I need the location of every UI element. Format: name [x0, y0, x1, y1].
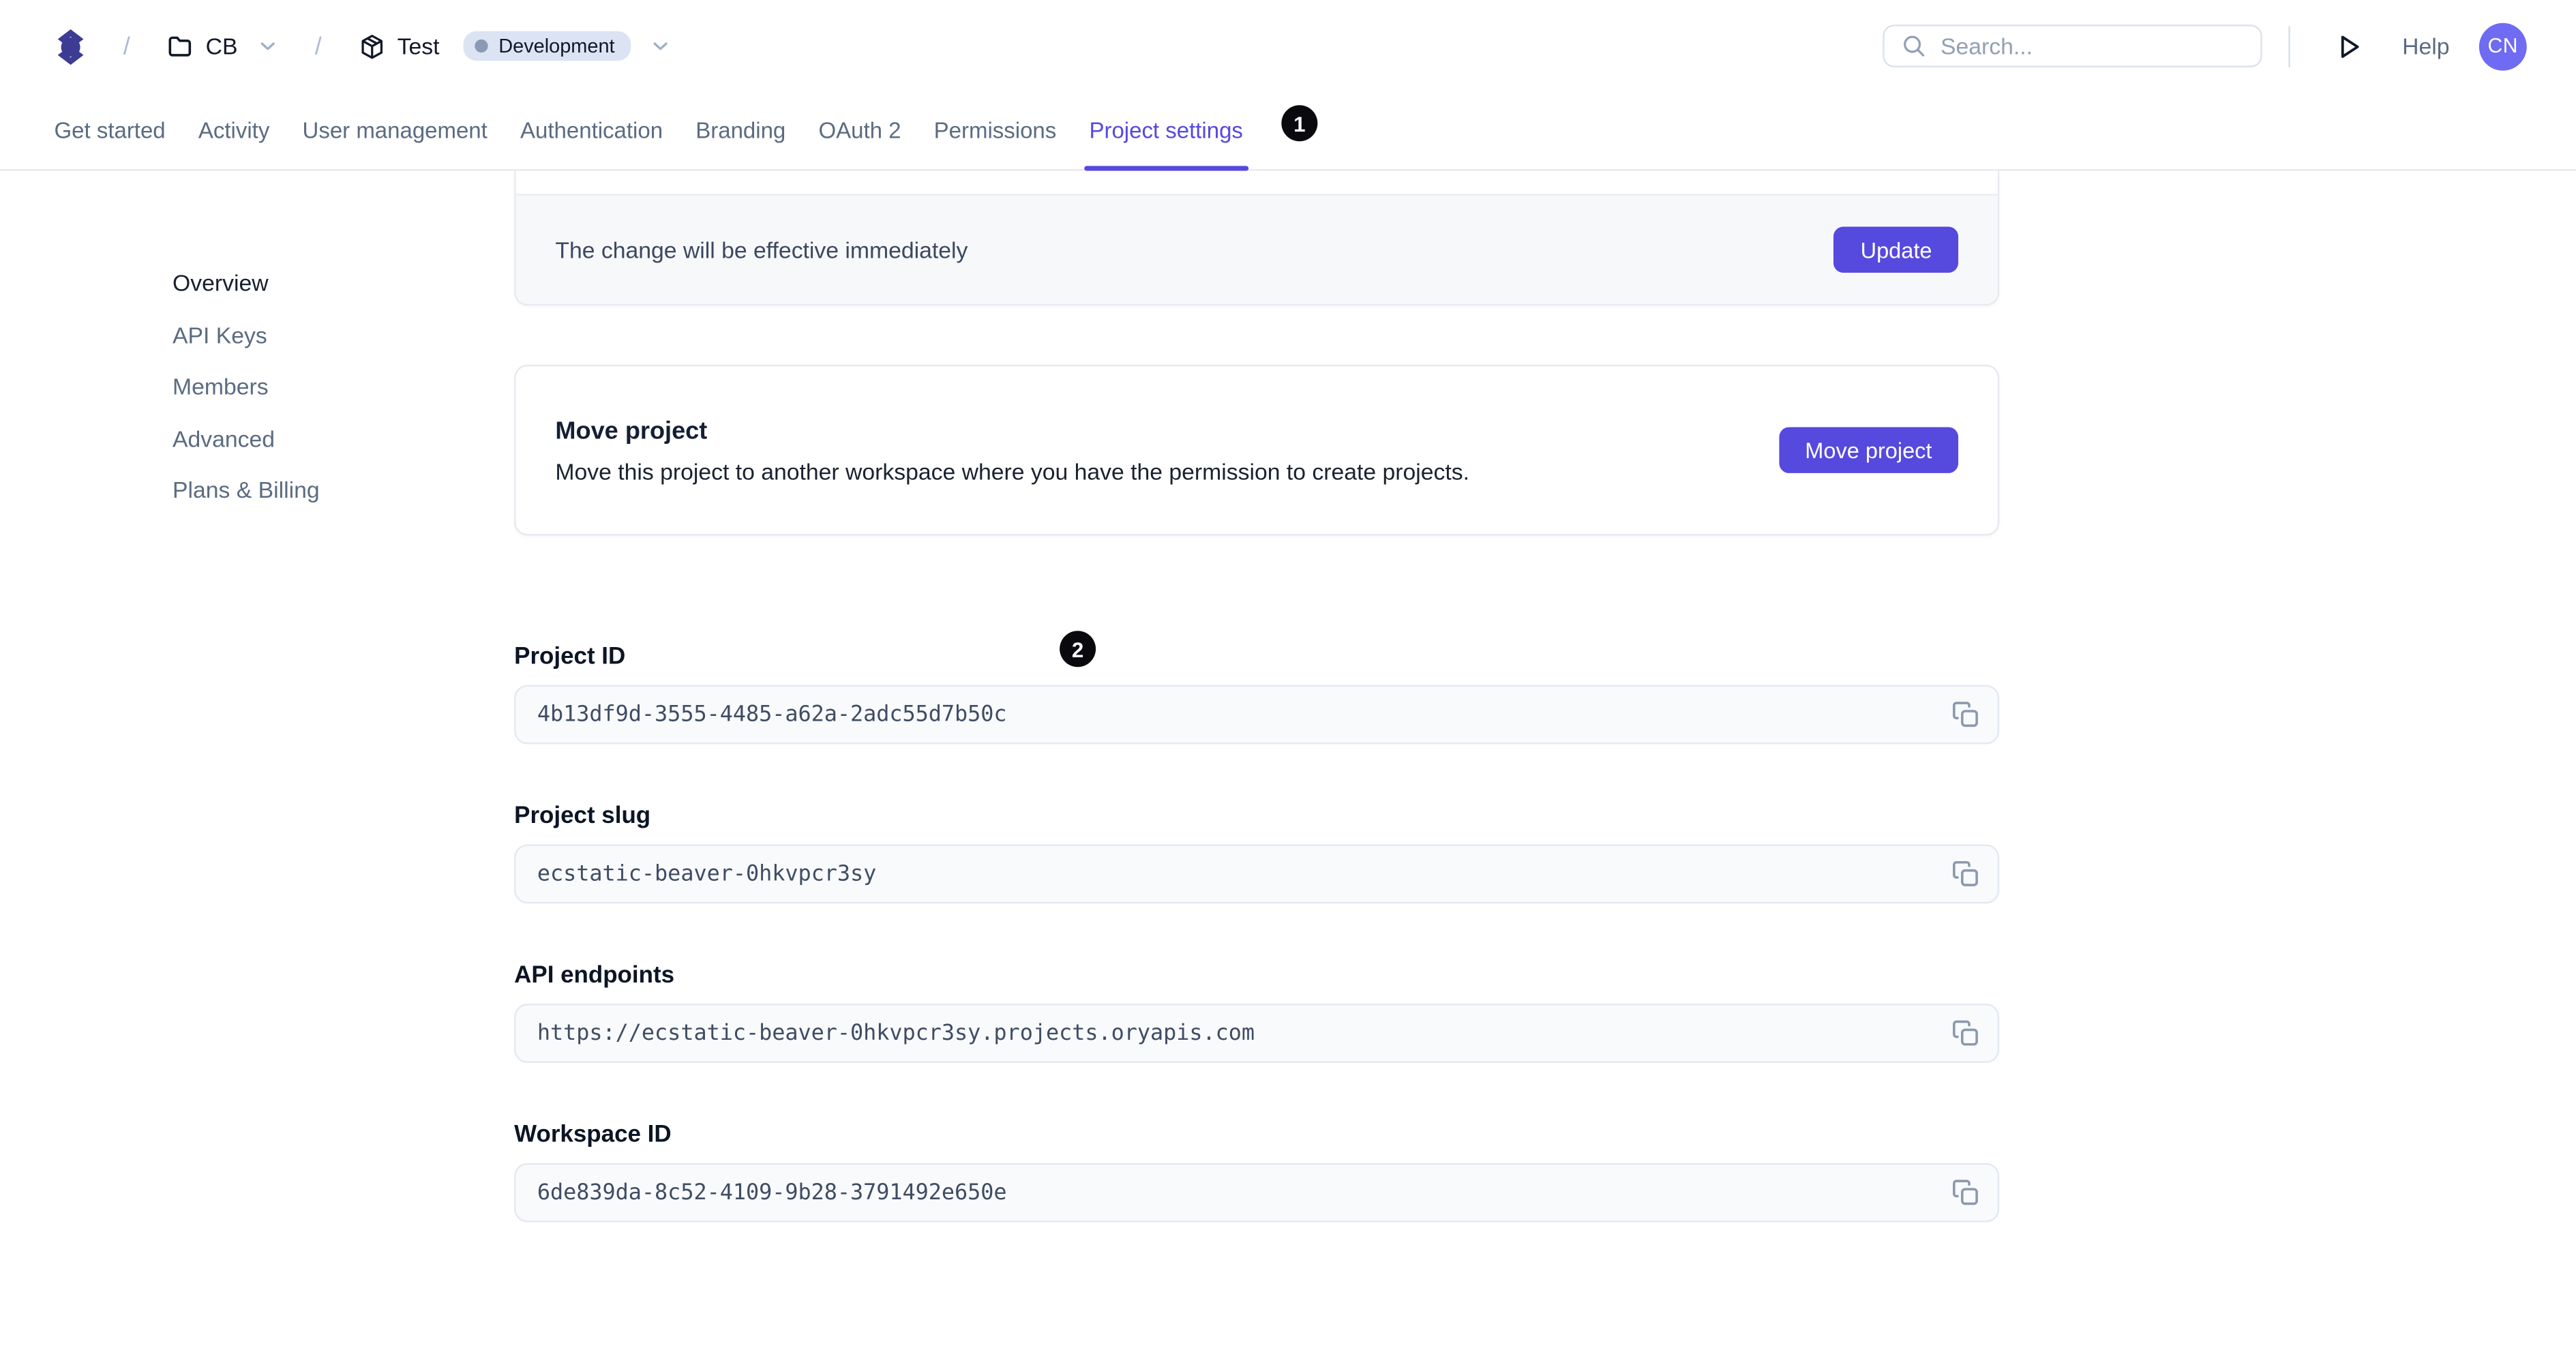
tab-get-started[interactable]: Get started: [55, 91, 166, 170]
project-id-label: Project ID: [514, 644, 626, 671]
settings-sidebar: Overview API Keys Members Advanced Plans…: [173, 271, 320, 502]
api-endpoints-value[interactable]: [515, 1005, 1998, 1062]
folder-icon: [168, 35, 192, 56]
move-project-title: Move project: [555, 416, 708, 445]
workspace-switcher[interactable]: CB: [166, 32, 279, 60]
breadcrumb-separator: /: [123, 31, 130, 60]
sidebar-item-api-keys[interactable]: API Keys: [173, 323, 320, 346]
copy-api-endpoints-button[interactable]: [1951, 1019, 1979, 1047]
search-box: [1883, 25, 2263, 68]
api-endpoints-box: [514, 1004, 2000, 1063]
project-id-value[interactable]: [515, 687, 1998, 743]
breadcrumb: / CB / Test Development: [55, 25, 672, 66]
copy-project-id-button[interactable]: [1951, 701, 1979, 729]
breadcrumb-separator: /: [314, 31, 322, 60]
copy-icon: [1953, 702, 1978, 728]
user-avatar[interactable]: CN: [2478, 22, 2527, 70]
move-project-card: Move project Move this project to anothe…: [514, 364, 2000, 536]
tab-oauth2[interactable]: OAuth 2: [818, 91, 901, 170]
chevron-down-icon: [260, 42, 274, 50]
search-input[interactable]: [1941, 33, 2245, 59]
project-name: Test: [397, 33, 440, 59]
update-card: The change will be effective immediately…: [514, 170, 2000, 306]
api-endpoints-label: API endpoints: [514, 962, 675, 989]
workspace-id-label: Workspace ID: [514, 1122, 672, 1149]
environment-label: Development: [498, 34, 615, 58]
ory-logo-icon[interactable]: [55, 25, 87, 66]
sidebar-item-overview[interactable]: Overview: [173, 271, 320, 295]
help-link[interactable]: Help: [2402, 33, 2449, 59]
tab-branding[interactable]: Branding: [695, 91, 785, 170]
project-slug-box: [514, 844, 2000, 904]
annotation-badge-2: 2: [1060, 631, 1096, 668]
status-dot: [475, 39, 489, 53]
update-card-footer: The change will be effective immediately…: [515, 194, 1998, 304]
workspace-id-box: [514, 1162, 2000, 1222]
chevron-down-icon: [653, 42, 668, 50]
move-project-text: Move project Move this project to anothe…: [555, 417, 1469, 484]
update-card-body: [515, 170, 1998, 194]
settings-main: The change will be effective immediately…: [514, 170, 2000, 1222]
move-project-description: Move this project to another workspace w…: [555, 457, 1469, 484]
sidebar-item-advanced[interactable]: Advanced: [173, 427, 320, 450]
package-icon: [361, 33, 383, 59]
copy-workspace-id-button[interactable]: [1951, 1179, 1979, 1207]
update-button[interactable]: Update: [1834, 226, 1959, 273]
workspace-name: CB: [205, 33, 238, 59]
tab-permissions[interactable]: Permissions: [934, 91, 1057, 170]
environment-badge: Development: [464, 31, 631, 61]
project-id-box: [514, 685, 2000, 745]
sidebar-item-plans-billing[interactable]: Plans & Billing: [173, 479, 320, 502]
project-id-field-group: Project ID: [514, 644, 2000, 745]
copy-icon: [1953, 1020, 1978, 1046]
move-project-button[interactable]: Move project: [1778, 427, 1959, 473]
project-slug-value[interactable]: [515, 845, 1998, 902]
tab-project-settings[interactable]: Project settings: [1084, 91, 1248, 170]
project-slug-field-group: Project slug: [514, 803, 2000, 904]
tab-authentication[interactable]: Authentication: [520, 91, 663, 170]
project-identifiers: Project ID Project slug AP: [514, 644, 2000, 1222]
header-actions: Help CN: [1883, 22, 2527, 70]
header-divider: [2288, 25, 2291, 67]
sidebar-item-members[interactable]: Members: [173, 375, 320, 398]
workspace-id-value[interactable]: [515, 1165, 1998, 1221]
update-message: The change will be effective immediately: [555, 236, 968, 263]
tab-user-management[interactable]: User management: [303, 91, 488, 170]
annotation-badge-1: 1: [1281, 105, 1318, 142]
copy-icon: [1953, 860, 1978, 886]
search-icon: [1904, 35, 1925, 57]
project-slug-label: Project slug: [514, 803, 651, 830]
workspace-id-field-group: Workspace ID: [514, 1122, 2000, 1222]
copy-project-slug-button[interactable]: [1951, 860, 1979, 888]
top-header: / CB / Test Development Search... Help C…: [0, 0, 2576, 92]
tab-activity[interactable]: Activity: [198, 91, 269, 170]
copy-icon: [1953, 1180, 1978, 1205]
ory-console-app: / CB / Test Development Search... Help C…: [0, 0, 2576, 1365]
project-switcher[interactable]: Test Development: [358, 31, 672, 61]
play-icon[interactable]: [2333, 31, 2365, 62]
api-endpoints-field-group: API endpoints: [514, 962, 2000, 1063]
